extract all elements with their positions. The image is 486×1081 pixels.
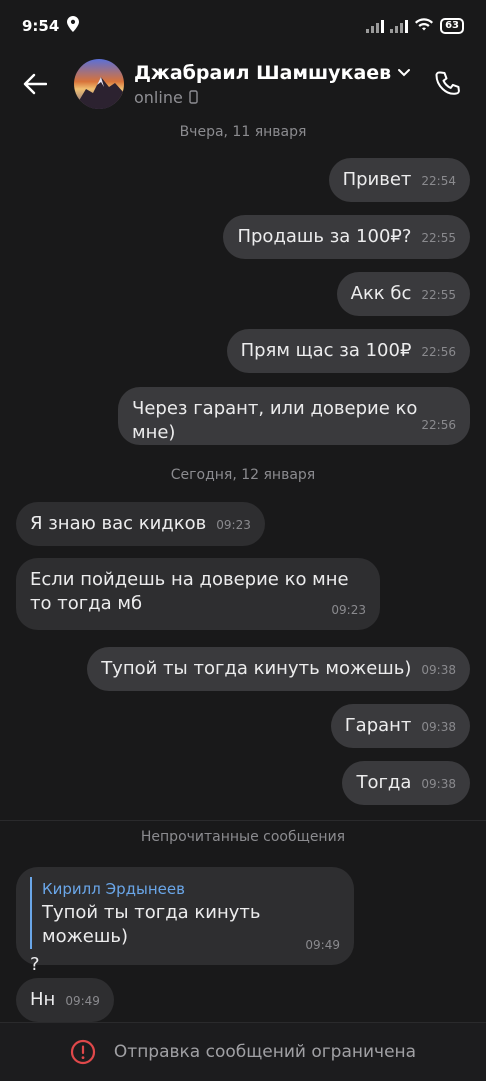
message-in-reply[interactable]: Кирилл Эрдынеев Тупой ты тогда кинуть мо… — [16, 867, 354, 975]
message-text: Если пойдешь на доверие ко мне то тогда … — [30, 569, 349, 614]
peer-status: online — [134, 87, 183, 107]
message-time: 09:38 — [421, 663, 456, 677]
message-time: 22:55 — [421, 231, 456, 245]
message-time: 09:23 — [331, 603, 366, 617]
message-out[interactable]: Акк бс 22:55 — [336, 272, 470, 316]
message-time: 22:54 — [421, 174, 456, 188]
message-time: 09:23 — [216, 518, 251, 532]
battery-icon: 63 — [440, 18, 464, 34]
wifi-icon — [414, 17, 434, 35]
message-time: 09:38 — [421, 777, 456, 791]
message-text: Акк бс — [350, 283, 412, 304]
status-time: 9:54 — [22, 17, 60, 35]
message-time: 22:56 — [421, 418, 456, 432]
reply-quote[interactable]: Кирилл Эрдынеев Тупой ты тогда кинуть мо… — [30, 877, 340, 949]
peer-status-row: online — [134, 88, 411, 107]
message-text: Нн — [30, 989, 56, 1010]
message-text: Я знаю вас кидков — [30, 513, 207, 534]
message-text: Тогда — [356, 772, 412, 793]
message-out[interactable]: Продашь за 100₽? 22:55 — [223, 215, 470, 259]
message-time: 09:49 — [305, 938, 340, 952]
chevron-down-icon — [398, 68, 411, 76]
message-in[interactable]: Я знаю вас кидков 09:23 — [16, 502, 265, 546]
reply-text: Тупой ты тогда кинуть можешь) — [42, 902, 261, 947]
unread-separator: Непрочитанные сообщения — [0, 820, 486, 852]
phone-icon — [435, 71, 460, 95]
message-text: ? — [30, 954, 40, 975]
message-time: 22:56 — [421, 345, 456, 359]
message-out[interactable]: Прям щас за 100₽ 22:56 — [226, 329, 470, 373]
date-separator-today: Сегодня, 12 января — [170, 467, 316, 483]
restricted-text: Отправка сообщений ограничена — [113, 1042, 417, 1062]
reply-author: Кирилл Эрдынеев — [42, 880, 185, 898]
message-text: Через гарант, или доверие ко мне) — [132, 398, 418, 443]
message-out[interactable]: Тупой ты тогда кинуть можешь) 09:38 — [87, 647, 470, 691]
message-in[interactable]: Если пойдешь на доверие ко мне то тогда … — [16, 558, 380, 630]
message-in[interactable]: Нн 09:49 — [16, 978, 114, 1022]
mobile-icon — [189, 90, 198, 104]
message-out[interactable]: Гарант 09:38 — [330, 704, 470, 748]
input-restricted-bar: Отправка сообщений ограничена — [0, 1022, 486, 1081]
message-out[interactable]: Привет 22:54 — [328, 158, 470, 202]
unread-label: Непрочитанные сообщения — [140, 828, 346, 845]
location-icon — [67, 16, 80, 36]
chat-header: Джабраил Шамшукаев online — [0, 52, 486, 116]
arrow-left-icon — [23, 73, 47, 95]
message-text: Привет — [342, 169, 412, 190]
message-text: Прям щас за 100₽ — [240, 340, 412, 361]
peer-info[interactable]: Джабраил Шамшукаев online — [134, 62, 411, 107]
message-out[interactable]: Тогда 09:38 — [342, 761, 470, 805]
signal-icon-2 — [390, 19, 409, 33]
message-out[interactable]: Через гарант, или доверие ко мне) 22:56 — [118, 387, 470, 445]
status-bar: 9:54 63 — [0, 0, 486, 52]
peer-name: Джабраил Шамшукаев — [134, 61, 392, 84]
message-time: 22:55 — [421, 288, 456, 302]
message-time: 09:38 — [421, 720, 456, 734]
avatar[interactable] — [74, 59, 124, 109]
call-button[interactable] — [428, 64, 468, 104]
message-text: Тупой ты тогда кинуть можешь) — [101, 658, 412, 679]
message-text: Гарант — [344, 715, 412, 736]
alert-icon — [70, 1039, 96, 1065]
signal-icon — [366, 19, 385, 33]
message-text: Продашь за 100₽? — [237, 226, 412, 247]
back-button[interactable] — [0, 52, 70, 116]
peer-name-row: Джабраил Шамшукаев — [134, 62, 411, 84]
date-separator-yesterday: Вчера, 11 января — [179, 124, 307, 140]
message-time: 09:49 — [65, 994, 100, 1008]
